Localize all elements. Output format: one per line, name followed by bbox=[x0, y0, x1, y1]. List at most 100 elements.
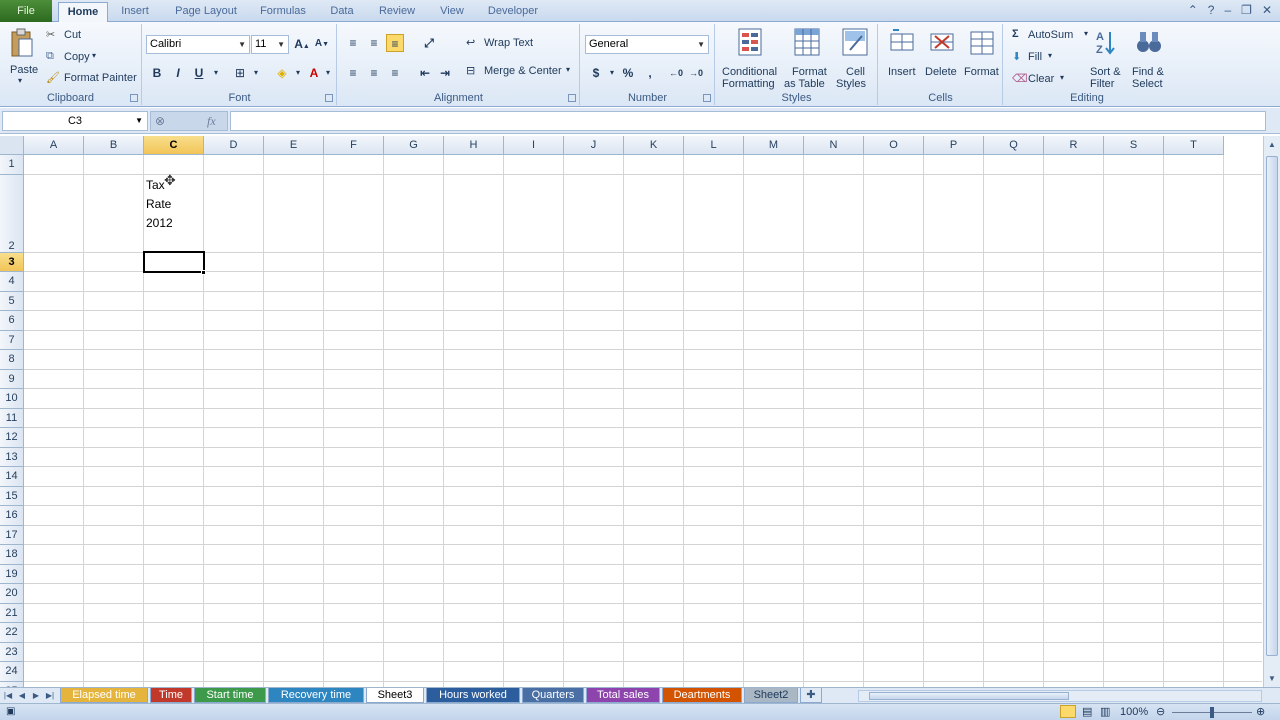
column-header-b[interactable]: B bbox=[84, 136, 144, 155]
chevron-down-icon[interactable]: ▾ bbox=[319, 64, 337, 82]
help-icon[interactable]: ? bbox=[1208, 3, 1215, 17]
row-header-5[interactable]: 5 bbox=[0, 291, 24, 311]
sheet-tab-deartments[interactable]: Deartments bbox=[662, 688, 742, 703]
align-left-icon[interactable]: ≡ bbox=[344, 64, 362, 82]
tab-file[interactable]: File bbox=[0, 0, 52, 22]
fill-handle[interactable] bbox=[201, 270, 206, 275]
horizontal-scroll-thumb[interactable] bbox=[869, 692, 1069, 700]
row-header-9[interactable]: 9 bbox=[0, 369, 24, 389]
decrease-indent-icon[interactable]: ⇤ bbox=[416, 64, 434, 82]
row-header-18[interactable]: 18 bbox=[0, 545, 24, 565]
vertical-scrollbar[interactable]: ▲ ▼ bbox=[1263, 136, 1280, 687]
last-sheet-icon[interactable]: ▶| bbox=[44, 689, 56, 702]
row-header-11[interactable]: 11 bbox=[0, 408, 24, 428]
row-header-19[interactable]: 19 bbox=[0, 564, 24, 584]
horizontal-scrollbar[interactable] bbox=[858, 690, 1262, 702]
row-header-21[interactable]: 21 bbox=[0, 603, 24, 623]
comma-button[interactable]: , bbox=[641, 64, 659, 82]
select-all-corner[interactable] bbox=[0, 136, 24, 155]
row-header-20[interactable]: 20 bbox=[0, 584, 24, 604]
column-header-d[interactable]: D bbox=[204, 136, 264, 155]
minimize-icon[interactable]: – bbox=[1224, 3, 1231, 17]
insert-cells-button[interactable]: Insert bbox=[883, 26, 921, 88]
restore-icon[interactable]: ❐ bbox=[1241, 3, 1252, 17]
sheet-tab-sheet3[interactable]: Sheet3 bbox=[366, 688, 424, 703]
percent-button[interactable]: % bbox=[619, 64, 637, 82]
sheet-tab-recovery-time[interactable]: Recovery time bbox=[268, 688, 364, 703]
tab-page-layout[interactable]: Page Layout bbox=[165, 2, 247, 22]
row-header-10[interactable]: 10 bbox=[0, 389, 24, 409]
tab-data[interactable]: Data bbox=[320, 2, 364, 22]
column-header-n[interactable]: N bbox=[804, 136, 864, 155]
macro-record-icon[interactable]: ▣ bbox=[6, 706, 15, 717]
sheet-tab-time[interactable]: Time bbox=[150, 688, 192, 703]
zoom-slider-thumb[interactable] bbox=[1210, 707, 1214, 718]
dialog-launcher-icon[interactable] bbox=[130, 94, 138, 102]
format-cells-button[interactable]: Format bbox=[963, 26, 1003, 88]
active-cell-c3[interactable] bbox=[143, 250, 205, 273]
merge-center-button[interactable]: ⊟ Merge & Center ▾ bbox=[466, 64, 578, 80]
decrease-decimal-icon[interactable]: →0 bbox=[687, 64, 705, 82]
row-header-15[interactable]: 15 bbox=[0, 486, 24, 506]
row-header-3[interactable]: 3 bbox=[0, 252, 24, 272]
column-header-g[interactable]: G bbox=[384, 136, 444, 155]
row-header-24[interactable]: 24 bbox=[0, 662, 24, 682]
scroll-down-icon[interactable]: ▼ bbox=[1268, 674, 1276, 683]
column-header-a[interactable]: A bbox=[24, 136, 84, 155]
column-header-s[interactable]: S bbox=[1104, 136, 1164, 155]
sheet-tab-sheet2[interactable]: Sheet2 bbox=[744, 688, 798, 703]
shrink-font-button[interactable]: A▼ bbox=[313, 35, 331, 53]
conditional-formatting-button[interactable]: Conditional Formatting bbox=[718, 26, 782, 90]
cell-styles-button[interactable]: Cell Styles bbox=[836, 26, 876, 90]
column-header-o[interactable]: O bbox=[864, 136, 924, 155]
scroll-up-icon[interactable]: ▲ bbox=[1268, 140, 1276, 149]
column-header-k[interactable]: K bbox=[624, 136, 684, 155]
column-header-q[interactable]: Q bbox=[984, 136, 1044, 155]
underline-button[interactable]: U bbox=[190, 64, 208, 82]
row-header-13[interactable]: 13 bbox=[0, 447, 24, 467]
column-header-c[interactable]: C bbox=[144, 136, 204, 155]
align-bottom-icon[interactable]: ≡ bbox=[386, 34, 404, 52]
column-header-f[interactable]: F bbox=[324, 136, 384, 155]
tab-developer[interactable]: Developer bbox=[482, 2, 544, 22]
cut-button[interactable]: ✂ Cut bbox=[46, 28, 126, 44]
sheet-tab-start-time[interactable]: Start time bbox=[194, 688, 266, 703]
fill-button[interactable]: ⬇ Fill ▾ bbox=[1012, 50, 1072, 66]
column-header-j[interactable]: J bbox=[564, 136, 624, 155]
format-as-table-button[interactable]: Format as Table bbox=[784, 26, 834, 90]
next-sheet-icon[interactable]: ▶ bbox=[30, 689, 42, 702]
row-header-14[interactable]: 14 bbox=[0, 467, 24, 487]
row-header-1[interactable]: 1 bbox=[0, 155, 24, 175]
column-header-e[interactable]: E bbox=[264, 136, 324, 155]
sheet-tab-quarters[interactable]: Quarters bbox=[522, 688, 584, 703]
column-header-m[interactable]: M bbox=[744, 136, 804, 155]
tab-formulas[interactable]: Formulas bbox=[252, 2, 314, 22]
copy-button[interactable]: ⧉ Copy ▾ bbox=[46, 50, 126, 66]
tab-review[interactable]: Review bbox=[372, 2, 422, 22]
row-header-2[interactable]: 2 bbox=[0, 174, 24, 253]
sheet-tab-total-sales[interactable]: Total sales bbox=[586, 688, 660, 703]
spreadsheet-grid[interactable]: ABCDEFGHIJKLMNOPQRST 1 2 3 4 5 6 7 8 9 10 11 12 13 14… bbox=[0, 136, 1262, 687]
paste-button[interactable]: Paste ▾ bbox=[4, 26, 40, 85]
column-header-t[interactable]: T bbox=[1164, 136, 1224, 155]
row-header-8[interactable]: 8 bbox=[0, 350, 24, 370]
format-painter-button[interactable]: 🖌 Format Painter bbox=[46, 71, 138, 87]
tab-view[interactable]: View bbox=[432, 2, 472, 22]
minimize-ribbon-icon[interactable]: ⌃ bbox=[1188, 3, 1198, 17]
vertical-scroll-thumb[interactable] bbox=[1266, 156, 1278, 656]
page-layout-view-icon[interactable]: ▤ bbox=[1082, 705, 1092, 718]
row-header-22[interactable]: 22 bbox=[0, 623, 24, 643]
sheet-tab-hours-worked[interactable]: Hours worked bbox=[426, 688, 520, 703]
dialog-launcher-icon[interactable] bbox=[325, 94, 333, 102]
zoom-level[interactable]: 100% bbox=[1120, 706, 1148, 718]
row-header-17[interactable]: 17 bbox=[0, 525, 24, 545]
row-header-4[interactable]: 4 bbox=[0, 272, 24, 292]
align-right-icon[interactable]: ≡ bbox=[386, 64, 404, 82]
column-header-h[interactable]: H bbox=[444, 136, 504, 155]
formula-input[interactable] bbox=[230, 111, 1266, 131]
italic-button[interactable]: I bbox=[169, 64, 187, 82]
column-header-l[interactable]: L bbox=[684, 136, 744, 155]
align-center-icon[interactable]: ≡ bbox=[365, 64, 383, 82]
prev-sheet-icon[interactable]: ◀ bbox=[16, 689, 28, 702]
delete-cells-button[interactable]: Delete bbox=[923, 26, 963, 88]
